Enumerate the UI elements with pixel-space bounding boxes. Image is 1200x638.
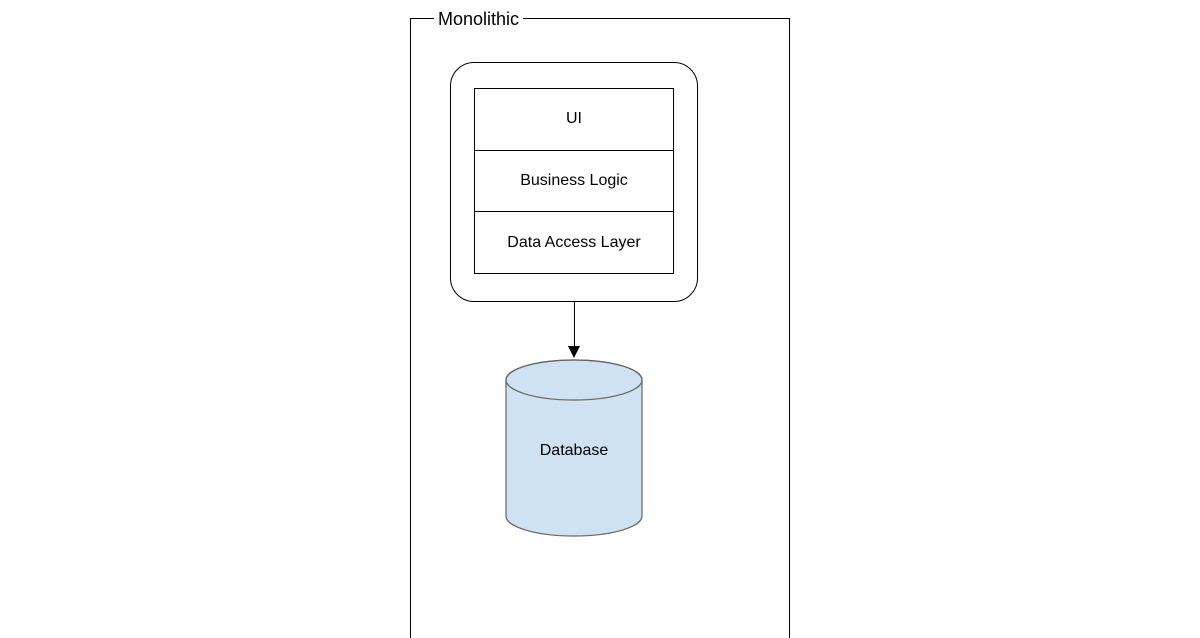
layer-label: Business Logic <box>520 172 628 190</box>
database-label-text: Database <box>540 442 609 459</box>
frame-title: Monolithic <box>434 9 523 29</box>
layer-ui: UI <box>474 88 674 150</box>
arrow-to-database <box>574 302 575 348</box>
layer-data-access: Data Access Layer <box>474 211 674 274</box>
layer-label: UI <box>566 110 582 128</box>
layers-stack: UI Business Logic Data Access Layer <box>474 88 674 274</box>
layer-label: Data Access Layer <box>507 234 640 252</box>
arrow-head-icon <box>568 346 580 358</box>
frame-title-text: Monolithic <box>438 9 519 29</box>
database-label: Database <box>504 442 644 460</box>
layer-business-logic: Business Logic <box>474 150 674 212</box>
diagram-canvas: Monolithic UI Business Logic Data Access… <box>0 0 1200 630</box>
